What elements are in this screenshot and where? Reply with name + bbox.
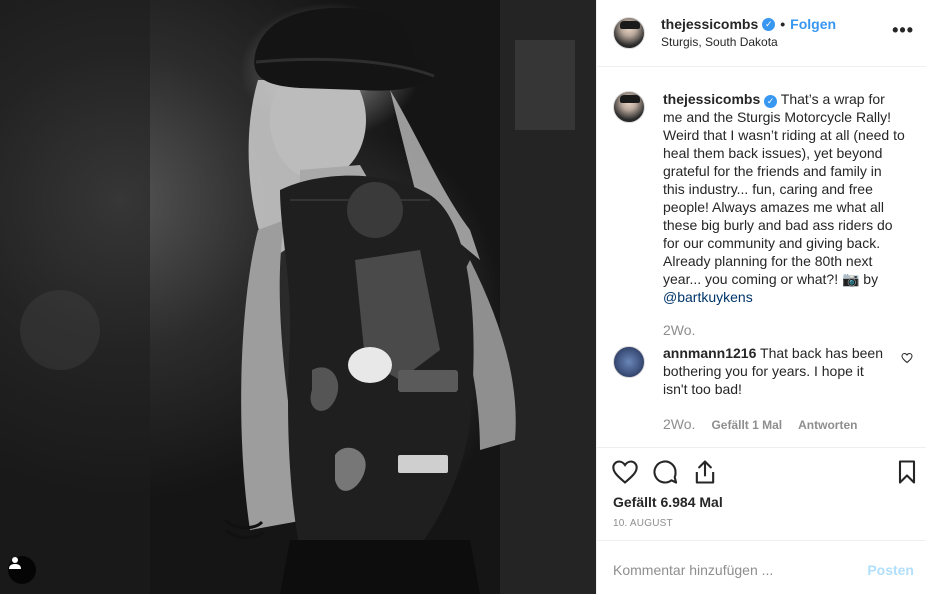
location-link[interactable]: Sturgis, South Dakota [661,35,778,49]
follow-button[interactable]: Folgen [790,16,836,32]
comment-heart-icon[interactable] [901,352,913,364]
verified-badge-icon: ✓ [762,17,776,31]
post-date[interactable]: 10. AUGUST [613,518,673,529]
comment-input[interactable]: Kommentar hinzufügen ... [613,562,773,578]
comment-username[interactable]: annmann1216 [663,345,756,361]
avatar[interactable] [613,346,645,378]
photo-illustration [0,0,596,594]
likes-count[interactable]: Gefällt 6.984 Mal [613,494,723,510]
post-side-panel: thejessicombs ✓ • Folgen Sturgis, South … [596,0,926,594]
avatar[interactable] [613,17,645,49]
person-icon [9,557,21,569]
comment-likes[interactable]: Gefällt 1 Mal [711,418,782,432]
post-photo[interactable] [0,0,596,594]
separator-dot: • [780,16,786,32]
avatar[interactable] [613,91,645,123]
more-options-icon[interactable]: ••• [892,20,914,41]
verified-badge-icon: ✓ [764,95,778,108]
header-user-row: thejessicombs ✓ • Folgen [661,16,836,32]
comments-list: thejessicombs ✓ That’s a wrap for me and… [597,68,926,448]
caption-text: thejessicombs ✓ That’s a wrap for me and… [663,90,907,306]
caption-username[interactable]: thejessicombs [663,91,760,107]
add-comment-bar: Kommentar hinzufügen ... Posten [597,540,926,594]
heart-icon[interactable] [611,458,639,486]
comment-time: 2Wo. [663,416,696,432]
share-icon[interactable] [691,458,719,486]
tagged-users-button[interactable] [8,556,36,584]
action-bar: Gefällt 6.984 Mal 10. AUGUST [597,447,926,540]
post-button[interactable]: Posten [867,562,914,578]
caption-time: 2Wo. [663,322,696,338]
comment-text: annmann1216 That back has been bothering… [663,344,891,398]
comment-icon[interactable] [651,458,679,486]
bookmark-icon[interactable] [893,458,921,486]
mention-link[interactable]: @bartkuykens [663,289,753,305]
post-header: thejessicombs ✓ • Folgen Sturgis, South … [597,0,926,67]
username-link[interactable]: thejessicombs [661,16,758,32]
comment-meta: 2Wo. Gefällt 1 Mal Antworten [663,416,857,432]
caption-body: That’s a wrap for me and the Sturgis Mot… [663,91,905,287]
reply-button[interactable]: Antworten [798,418,857,432]
